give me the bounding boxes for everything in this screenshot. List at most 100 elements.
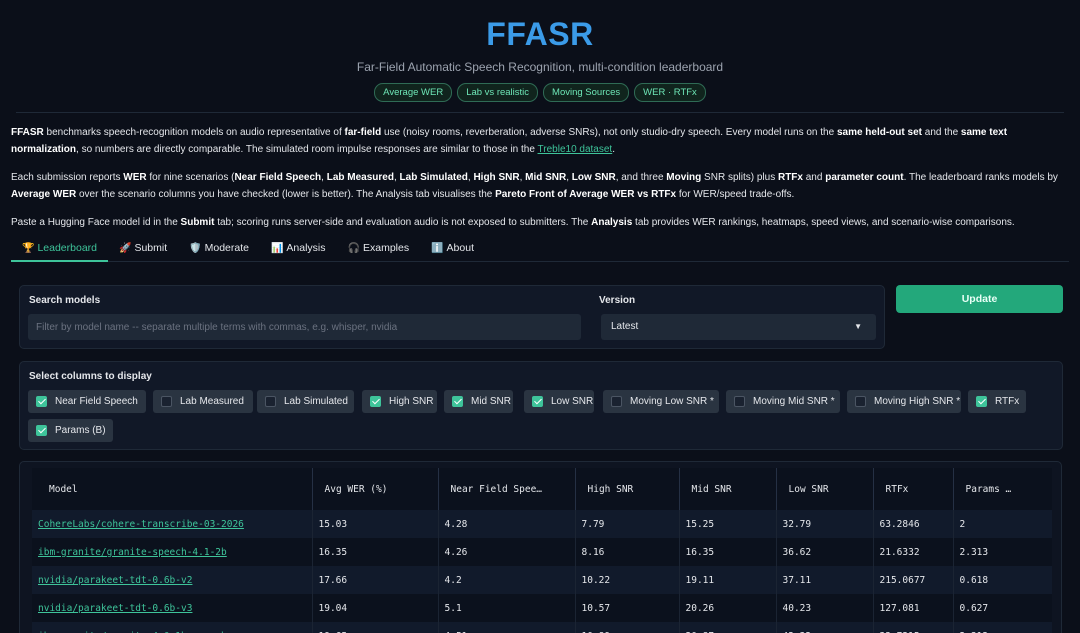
checkbox[interactable] [370,396,381,407]
column-toggle-moving-mid-snr[interactable]: Moving Mid SNR * [726,390,840,413]
tab-examples[interactable]: 🎧 Examples [337,237,421,262]
description: FFASR benchmarks speech-recognition mode… [0,124,1080,231]
tab-bar: 🏆 Leaderboard 🚀 Submit 🛡️ Moderate 📊 Analysi… [11,237,1069,262]
checkbox[interactable] [36,425,47,436]
model-cell: ibm-granite/granite-speech-4.1-2b [32,538,312,566]
table-cell: 19.65 [311,622,438,633]
table-cell: 36.62 [775,538,873,566]
table-cell: 19.11 [678,566,776,594]
tab-about[interactable]: ℹ️ About [420,237,485,262]
model-cell: nvidia/parakeet-tdt-0.6b-v3 [32,594,312,622]
col-near-field[interactable]: Near Field Spee… [437,468,575,510]
update-button[interactable]: Update [896,285,1063,313]
version-select[interactable]: Latest ▼ [601,314,876,340]
table-header-row: Model Avg WER (%) Near Field Spee… High … [32,468,1052,510]
table-cell: 2 [952,510,1052,538]
table-cell: 215.0677 [872,566,953,594]
description-paragraph-3: Paste a Hugging Face model id in the Sub… [11,217,1015,228]
columns-label: Select columns to display [29,371,152,382]
column-toggle-params-b[interactable]: Params (B) [28,419,113,442]
model-link[interactable]: CohereLabs/cohere-transcribe-03-2026 [38,519,244,530]
table-cell: 10.89 [574,622,679,633]
table-row: nvidia/parakeet-tdt-0.6b-v2 17.66 4.2 10.22… [32,566,1052,594]
table-cell: 4.51 [437,622,575,633]
column-toggle-moving-high-snr[interactable]: Moving High SNR * [847,390,961,413]
table-cell: 32.79 [775,510,873,538]
search-input[interactable] [28,314,581,340]
col-params[interactable]: Params … [952,468,1052,510]
checkbox[interactable] [265,396,276,407]
table-cell: 4.26 [437,538,575,566]
pill-moving-sources: Moving Sources [543,83,630,102]
table-row: ibm-granite/granite-speech-4.1-2b 16.35 4.… [32,538,1052,566]
table-cell: 17.66 [311,566,438,594]
table-cell: 10.57 [574,594,679,622]
tab-moderate[interactable]: 🛡️ Moderate [178,237,260,262]
table-cell: 0.627 [952,594,1052,622]
col-rtfx[interactable]: RTFx [872,468,953,510]
col-model[interactable]: Model [32,468,312,510]
column-toggle-high-snr[interactable]: High SNR [362,390,437,413]
app-title: FFASR [486,16,594,52]
shield-icon: 🛡️ [189,243,202,254]
model-cell: CohereLabs/cohere-transcribe-03-2026 [32,510,312,538]
table-cell: 19.04 [311,594,438,622]
checkbox[interactable] [976,396,987,407]
tab-submit[interactable]: 🚀 Submit [108,237,178,262]
table-cell: 4.28 [437,510,575,538]
search-label: Search models [29,295,101,306]
checkbox[interactable] [36,396,47,407]
table-cell: 0.618 [952,566,1052,594]
checkbox[interactable] [855,396,866,407]
headphones-icon: 🎧 [347,243,360,254]
column-toggle-rtfx[interactable]: RTFx [968,390,1026,413]
table-cell: 15.03 [311,510,438,538]
table-cell: 40.23 [775,594,873,622]
column-toggle-lab-measured[interactable]: Lab Measured [153,390,253,413]
col-high-snr[interactable]: High SNR [574,468,679,510]
table-cell: 4.2 [437,566,575,594]
model-cell: ibm-granite/granite-4.0-1b-speech [32,622,312,633]
pill-wer-rtfx: WER · RTFx [634,83,706,102]
feature-pills: Average WER Lab vs realistic Moving Sour… [0,83,1080,102]
checkbox[interactable] [161,396,172,407]
table-cell: 20.87 [678,622,776,633]
table-cell: 20.26 [678,594,776,622]
rocket-icon: 🚀 [119,243,132,254]
table-cell: 16.35 [678,538,776,566]
checkbox[interactable] [611,396,622,407]
table-row: CohereLabs/cohere-transcribe-03-2026 15.0… [32,510,1052,538]
pill-average-wer: Average WER [374,83,453,102]
leaderboard-table: Model Avg WER (%) Near Field Spee… High … [19,461,1062,633]
search-panel: Search models Version Latest ▼ [19,285,885,349]
col-mid-snr[interactable]: Mid SNR [678,468,776,510]
table-cell: 63.2846 [872,510,953,538]
tab-leaderboard[interactable]: 🏆 Leaderboard [11,237,109,262]
checkbox[interactable] [532,396,543,407]
column-toggle-near-field-speech[interactable]: Near Field Speech [28,390,146,413]
model-link[interactable]: nvidia/parakeet-tdt-0.6b-v3 [38,603,192,614]
column-toggle-low-snr[interactable]: Low SNR [524,390,594,413]
table-cell: 33.7215 [872,622,953,633]
model-link[interactable]: ibm-granite/granite-speech-4.1-2b [38,547,227,558]
header-divider [16,112,1064,113]
header: FFASR Far-Field Automatic Speech Recogni… [0,0,1080,102]
column-toggle-lab-simulated[interactable]: Lab Simulated [257,390,354,413]
table-cell: 2.312 [952,622,1052,633]
checkbox[interactable] [734,396,745,407]
treble10-dataset-link[interactable]: Treble10 dataset [538,144,613,155]
table-cell: 42.32 [775,622,873,633]
description-paragraph-1: FFASR benchmarks speech-recognition mode… [11,127,1008,155]
tab-analysis[interactable]: 📊 Analysis [260,237,337,262]
table-cell: 21.6332 [872,538,953,566]
col-avg-wer[interactable]: Avg WER (%) [311,468,438,510]
checkbox[interactable] [452,396,463,407]
column-toggle-mid-snr[interactable]: Mid SNR [444,390,513,413]
column-toggle-moving-low-snr[interactable]: Moving Low SNR * [603,390,719,413]
trophy-icon: 🏆 [22,243,35,254]
bar-chart-icon: 📊 [270,243,284,254]
model-link[interactable]: nvidia/parakeet-tdt-0.6b-v2 [38,575,192,586]
table-cell: 7.79 [574,510,679,538]
col-low-snr[interactable]: Low SNR [775,468,873,510]
table-cell: 16.35 [311,538,438,566]
